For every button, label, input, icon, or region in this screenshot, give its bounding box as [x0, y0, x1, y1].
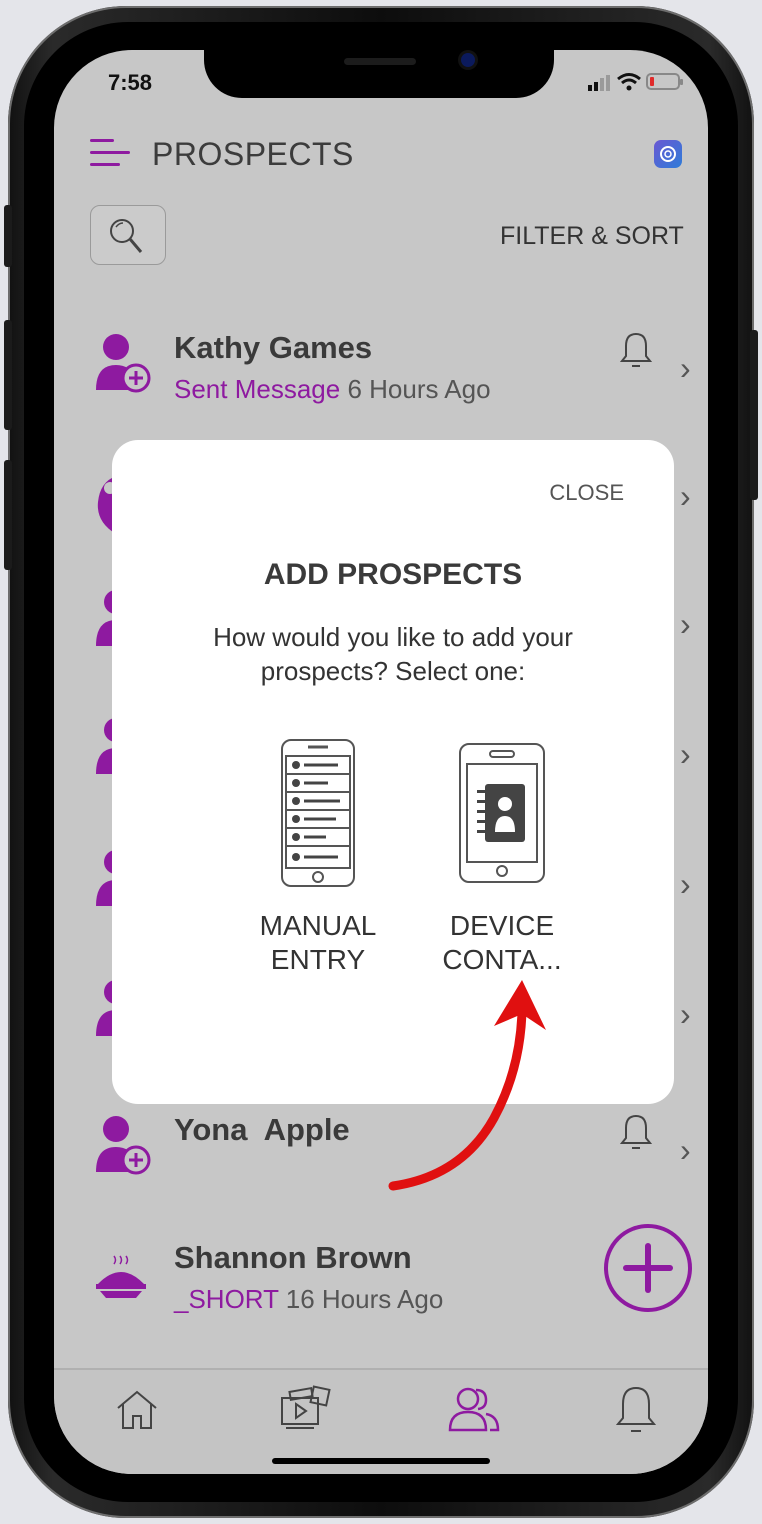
- annotation-arrow: [388, 980, 546, 1191]
